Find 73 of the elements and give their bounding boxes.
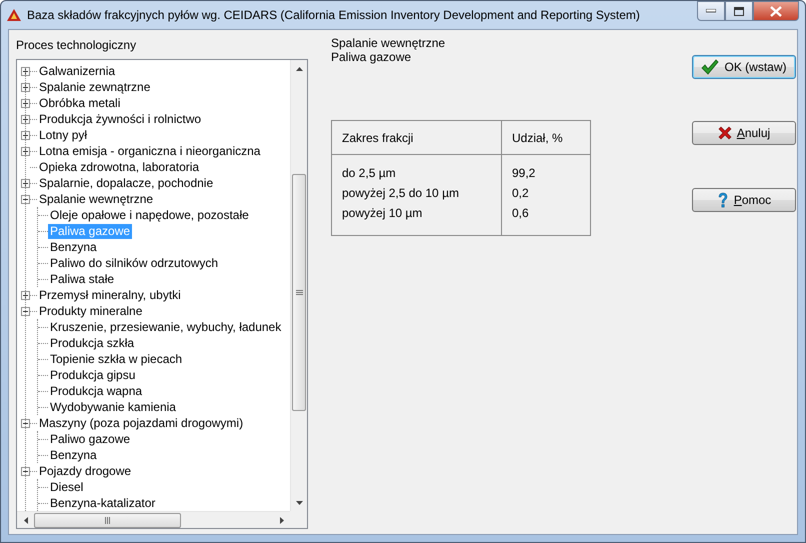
table-cell: 99,2 xyxy=(512,166,536,180)
scroll-left-icon[interactable] xyxy=(24,516,28,524)
tree-item[interactable]: Paliwo do silników odrzutowych xyxy=(48,256,220,270)
expand-icon[interactable] xyxy=(21,98,30,108)
table-cell: do 2,5 µm xyxy=(342,166,396,180)
scroll-thumb[interactable] xyxy=(34,512,181,528)
tree-item[interactable]: Spalanie wewnętrzne xyxy=(37,192,156,206)
table-cell: 0,2 xyxy=(512,186,529,200)
expand-icon[interactable] xyxy=(21,130,30,140)
cancel-button[interactable]: Anuluj xyxy=(692,121,796,145)
expand-icon[interactable] xyxy=(21,82,30,92)
scroll-thumb[interactable] xyxy=(292,174,306,411)
tree-item[interactable]: Produkty mineralne xyxy=(37,304,144,318)
table-cell: powyżej 2,5 do 10 µm xyxy=(342,186,459,200)
collapse-icon[interactable] xyxy=(21,194,30,204)
table-cell: powyżej 10 µm xyxy=(342,206,422,220)
tree-item[interactable]: Produkcja gipsu xyxy=(48,368,138,382)
tree-item[interactable]: Przemysł mineralny, ubytki xyxy=(37,288,183,302)
tree-label: Proces technologiczny xyxy=(16,37,138,54)
tree-item[interactable]: Opieka zdrowotna, laboratoria xyxy=(37,160,202,174)
tree-item[interactable]: Spalarnie, dopalacze, pochodnie xyxy=(37,176,216,190)
tree-item[interactable]: Galwanizernia xyxy=(37,64,118,78)
maximize-icon xyxy=(734,6,744,16)
tree-item[interactable]: Oleje opałowe i napędowe, pozostałe xyxy=(48,208,251,222)
tree-item[interactable]: Paliwa stałe xyxy=(48,272,116,286)
collapse-icon[interactable] xyxy=(21,466,30,476)
tree-item[interactable]: Lotny pył xyxy=(37,128,90,142)
selection-path-text: Paliwa gazowe xyxy=(331,50,412,64)
question-mark-icon xyxy=(716,192,729,208)
tree-item[interactable]: Produkcja szkła xyxy=(48,336,136,350)
expand-icon[interactable] xyxy=(21,146,30,156)
expand-icon[interactable] xyxy=(21,290,30,300)
close-button[interactable] xyxy=(753,1,799,21)
tree-item[interactable]: Spalanie zewnątrzne xyxy=(37,80,152,94)
collapse-icon[interactable] xyxy=(21,306,30,316)
tree-item[interactable]: Benzyna xyxy=(48,448,99,462)
cross-icon xyxy=(718,126,732,140)
close-icon xyxy=(770,6,782,16)
horizontal-scrollbar[interactable] xyxy=(17,511,290,528)
tree-view[interactable] xyxy=(16,59,308,529)
scroll-right-icon[interactable] xyxy=(280,516,284,524)
expand-icon[interactable] xyxy=(21,114,30,124)
vertical-scrollbar[interactable] xyxy=(290,60,307,511)
tree-item[interactable]: Kruszenie, przesiewanie, wybuchy, ładunek xyxy=(48,320,284,334)
app-icon xyxy=(7,9,21,21)
expand-icon[interactable] xyxy=(21,178,30,188)
tree-item[interactable]: Benzyna xyxy=(48,240,99,254)
column-header: Zakres frakcji xyxy=(342,131,414,145)
minimize-icon xyxy=(706,9,716,13)
window-title: Baza składów frakcyjnych pyłów wg. CEIDARS (California Emission Inventory Development and Reporting System) xyxy=(27,8,641,22)
tree-item[interactable]: Lotna emisja - organiczna i nieorganiczna xyxy=(37,144,262,158)
tree-item[interactable]: Obróbka metali xyxy=(37,96,122,110)
tree-item[interactable]: Produkcja żywności i rolnictwo xyxy=(37,112,204,126)
collapse-icon[interactable] xyxy=(21,418,30,428)
tree-item[interactable]: Pojazdy drogowe xyxy=(37,464,134,478)
tree-item[interactable]: Maszyny (poza pojazdami drogowymi) xyxy=(37,416,246,430)
column-header: Udział, % xyxy=(512,131,563,145)
ok-button[interactable]: OK (wstaw) xyxy=(692,55,796,79)
tree-item[interactable]: Produkcja wapna xyxy=(48,384,144,398)
checkmark-icon xyxy=(701,59,720,75)
table-cell: 0,6 xyxy=(512,206,529,220)
tree-item[interactable]: Wydobywanie kamienia xyxy=(48,400,178,414)
minimize-button[interactable] xyxy=(697,1,725,21)
tree-item[interactable]: Paliwo gazowe xyxy=(48,432,132,446)
scroll-down-icon[interactable] xyxy=(296,500,303,504)
selection-path-text: Spalanie wewnętrzne xyxy=(331,36,446,50)
scroll-up-icon[interactable] xyxy=(296,66,303,70)
tree-item[interactable]: Benzyna-katalizator xyxy=(48,496,158,510)
maximize-button[interactable] xyxy=(725,1,753,21)
tree-item[interactable]: Topienie szkła w piecach xyxy=(48,352,184,366)
expand-icon[interactable] xyxy=(21,66,30,76)
help-button[interactable]: Pomoc xyxy=(692,188,796,212)
tree-item[interactable]: Diesel xyxy=(48,480,86,494)
